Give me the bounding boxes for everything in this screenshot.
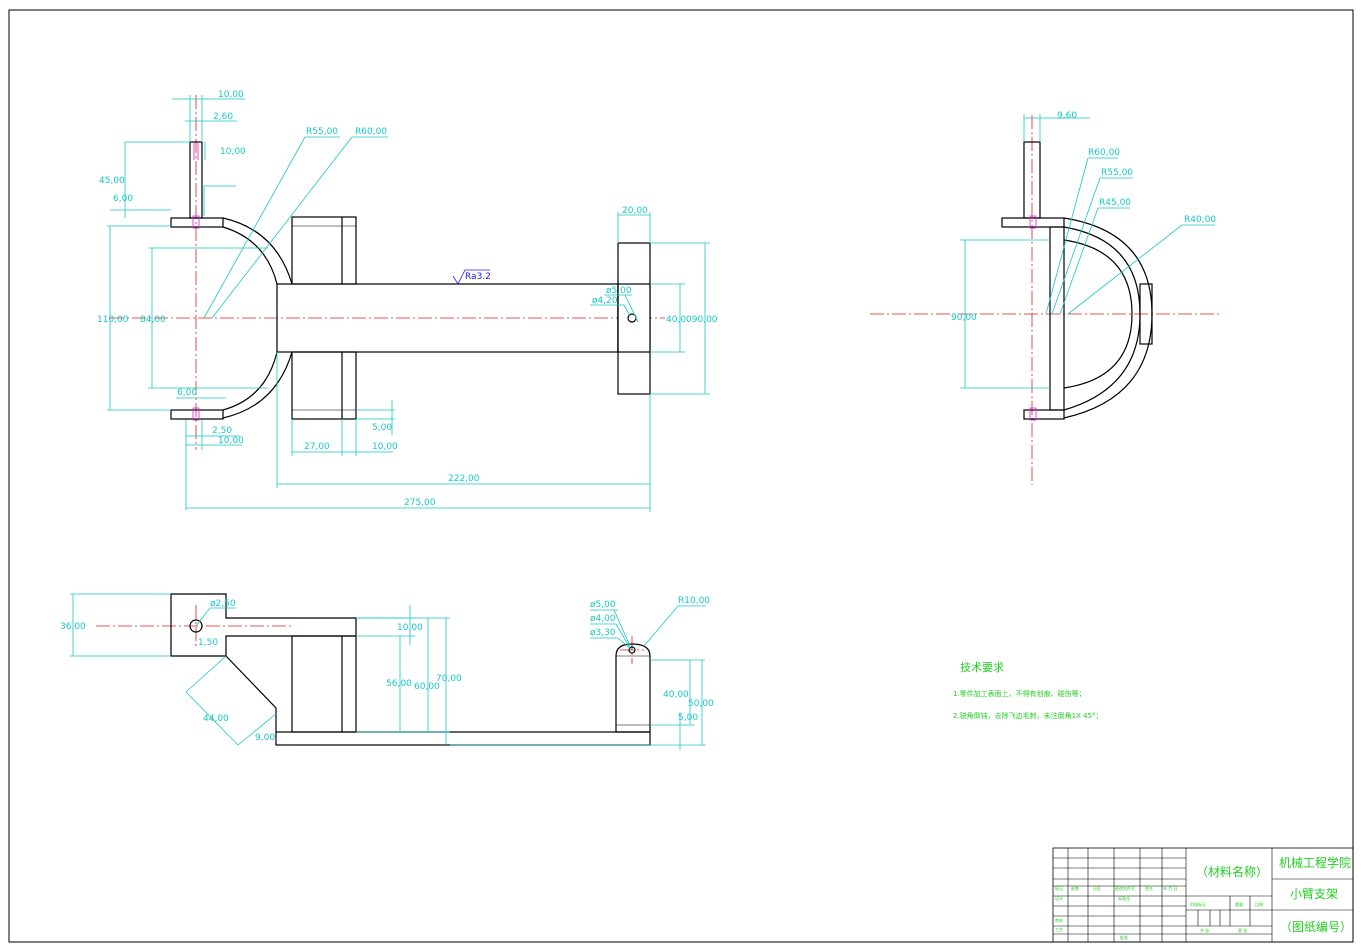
tb-small-3: 更改文件号	[1115, 885, 1135, 891]
dim-5: 5,00	[372, 423, 392, 433]
tb-small-15: 第 张	[1238, 927, 1247, 933]
roughness-symbol: Ra3.2	[465, 272, 491, 282]
dim-phi2-50: ø2,50	[210, 599, 236, 609]
tech-req-item-2: 2.锐角倒钝，去除飞边毛刺，未注倒角1X 45°；	[953, 711, 1103, 720]
dim-27: 27,00	[304, 442, 330, 452]
tb-small-11: 审核	[1055, 917, 1063, 923]
dim-side-r60: R60,00	[1088, 148, 1120, 158]
dim-6: 6,00	[113, 194, 133, 204]
dim-10-top: 10,00	[218, 90, 244, 100]
dim-2-60: 2,60	[213, 112, 233, 122]
tb-small-14: 共 张	[1200, 927, 1209, 933]
dim-45: 45,00	[99, 176, 125, 186]
dim-50: 50,00	[688, 699, 714, 709]
tb-small-7: 标准化	[1118, 895, 1130, 901]
dim-top-10: 10,00	[397, 623, 423, 633]
dim-222: 222,00	[448, 474, 480, 484]
tb-small-12: 工艺	[1055, 927, 1063, 932]
dim-phi3-30: ø3,30	[590, 628, 616, 638]
tb-small-9: 重量	[1235, 901, 1243, 907]
dim-side-r55: R55,00	[1101, 168, 1133, 178]
dim-10-right: 10,00	[372, 442, 398, 452]
dim-9: 9,00	[255, 733, 275, 743]
school-name: 机械工程学院	[1279, 855, 1351, 870]
dim-44: 44,00	[203, 714, 229, 724]
dim-56: 56,00	[386, 679, 412, 689]
dim-84: 84,00	[140, 315, 166, 325]
front-view: Ra3.2 10,00 2,60 10,00 45,00 6,00 R55,00…	[97, 90, 718, 512]
dim-r60: R60,00	[355, 127, 387, 137]
top-view: 36,00 ø2,50 1,50 44,00 9,00 10,00 56,00 …	[60, 593, 714, 750]
tb-small-5: 年 月 日	[1163, 885, 1178, 891]
tb-small-6: 设计	[1055, 895, 1063, 901]
drawing-number: （图纸编号）	[1280, 919, 1352, 934]
dim-2-50: 2,50	[212, 426, 232, 436]
tb-small-1: 处数	[1071, 885, 1079, 891]
dim-40-90: 40,0090,00	[666, 315, 718, 325]
dim-20: 20,00	[622, 206, 648, 216]
dim-top-5: 5,00	[678, 713, 698, 723]
tb-small-0: 标记	[1055, 885, 1063, 891]
material-name: （材料名称）	[1196, 864, 1268, 879]
dim-top-phi5: ø5,00	[590, 600, 616, 610]
dim-70: 70,00	[436, 674, 462, 684]
dim-r55: R55,00	[306, 127, 338, 137]
tb-small-13: 批准	[1120, 934, 1128, 940]
dim-side-r45: R45,00	[1099, 198, 1131, 208]
tb-small-10: 比例	[1255, 901, 1263, 907]
tb-small-2: 分区	[1093, 885, 1101, 891]
tb-small-4: 签名	[1145, 885, 1153, 891]
dim-110: 110,00	[97, 315, 129, 325]
dim-10-slot: 10,00	[220, 147, 246, 157]
technical-requirements: 技术要求 1.零件加工表面上，不得有划痕、碰伤等； 2.锐角倒钝，去除飞边毛刺，…	[953, 661, 1103, 720]
dim-side-90: 90,00	[951, 313, 977, 323]
dim-10-low: 10,00	[218, 436, 244, 446]
drawing-border	[8, 9, 1354, 943]
side-view: 9,60 R60,00 R55,00 R45,00 R40,00 90,00	[870, 111, 1220, 485]
engineering-drawing-sheet: Ra3.2 10,00 2,60 10,00 45,00 6,00 R55,00…	[8, 9, 1354, 943]
title-block: （材料名称） 机械工程学院 小臂支架 （图纸编号） 标记 处数 分区 更改文件号…	[1052, 847, 1354, 943]
dim-6-low: 6,00	[177, 388, 197, 398]
part-name: 小臂支架	[1290, 887, 1338, 901]
dim-9-60: 9,60	[1057, 111, 1077, 121]
dim-1-50: 1,50	[198, 638, 218, 648]
dim-r10: R10,00	[678, 596, 710, 606]
tech-req-title: 技术要求	[960, 661, 1004, 674]
dim-side-r40: R40,00	[1184, 215, 1216, 225]
dim-phi5: ø5,00	[606, 286, 632, 296]
dim-36: 36,00	[60, 622, 86, 632]
tech-req-item-1: 1.零件加工表面上，不得有划痕、碰伤等；	[953, 689, 1086, 698]
tb-small-8: 阶段标记	[1190, 901, 1206, 907]
dim-275: 275,00	[404, 498, 436, 508]
dim-top-phi4: ø4,00	[590, 614, 616, 624]
dim-phi4-20: ø4,20	[592, 296, 618, 306]
dim-40: 40,00	[663, 690, 689, 700]
